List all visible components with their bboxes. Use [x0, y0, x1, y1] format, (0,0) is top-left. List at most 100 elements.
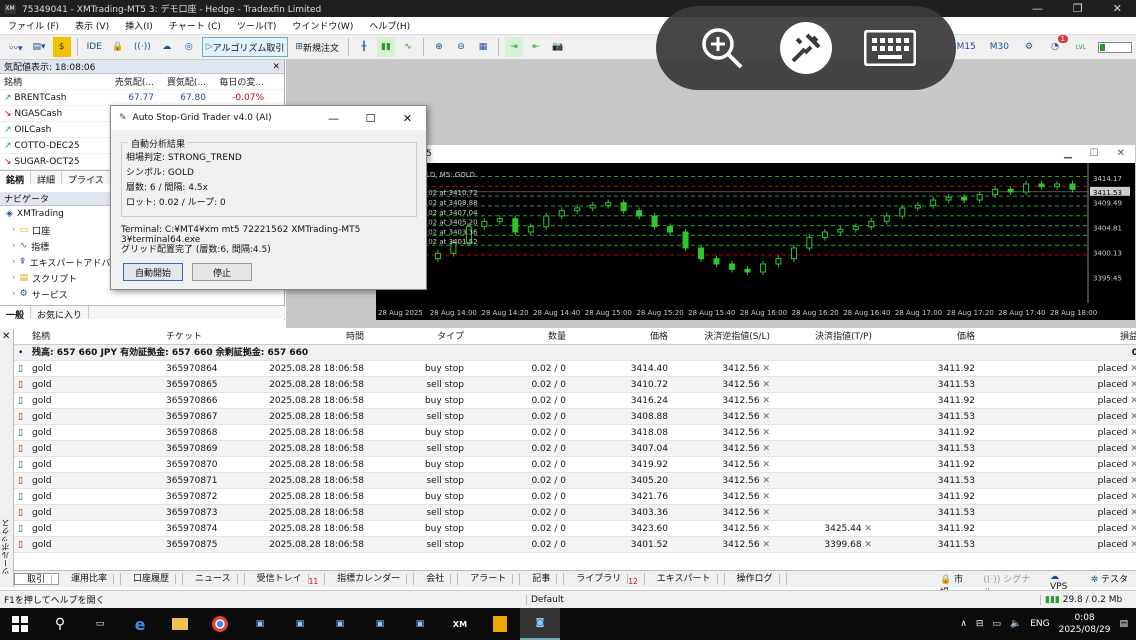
menu-item[interactable]: ヘルプ(H) — [361, 19, 418, 32]
column-header[interactable]: 価格 — [570, 329, 672, 345]
keyboard-icon[interactable] — [862, 20, 918, 76]
profiles-icon[interactable]: ▤▾ — [30, 37, 49, 57]
clock[interactable]: 0:08 2025/08/29 — [1059, 612, 1111, 636]
order-cur[interactable]: 3411.92 — [876, 489, 979, 505]
menu-item[interactable]: ウインドウ(W) — [284, 19, 361, 32]
column-header[interactable]: チケット — [162, 329, 250, 345]
bar-chart-icon[interactable]: ▮▮ — [376, 37, 395, 57]
signal-icon[interactable]: ((·)) — [131, 37, 154, 57]
order-pl-cell[interactable]: placed ✕ — [979, 537, 1136, 553]
order-cur[interactable]: 3411.53 — [876, 473, 979, 489]
minimize-icon[interactable]: — — [1032, 2, 1043, 15]
close-icon[interactable]: ✕ — [1117, 148, 1125, 159]
order-cur[interactable]: 3411.92 — [876, 425, 979, 441]
toolbox-tab[interactable]: 取引 — [14, 573, 60, 585]
notifications-icon[interactable]: ◔ 1 — [1046, 35, 1068, 57]
menu-item[interactable]: 挿入(I) — [117, 19, 161, 32]
order-tp[interactable] — [774, 441, 876, 457]
battery-icon[interactable]: ▭ — [992, 619, 1001, 629]
order-cur[interactable]: 3411.53 — [876, 505, 979, 521]
quote-row[interactable]: ↗ BRENTCash 67.77 67.80 -0.07% — [0, 90, 284, 106]
market-watch-tab[interactable]: 銘柄 — [0, 171, 32, 186]
column-header[interactable]: 時間 — [250, 329, 368, 345]
remove-icon[interactable]: ✕ — [760, 444, 770, 454]
expand-icon[interactable]: › — [12, 289, 16, 299]
navigator-tab[interactable]: お気に入り — [31, 306, 90, 321]
order-cur[interactable]: 3411.53 — [876, 441, 979, 457]
maximize-icon[interactable]: ☐ — [1090, 148, 1099, 159]
order-pl-cell[interactable]: placed ✕ — [979, 377, 1136, 393]
autoscroll-icon[interactable]: ⇥ — [504, 37, 523, 57]
toolbox-tab[interactable]: 記事 — [520, 573, 565, 585]
market-watch-tab[interactable]: 詳細 — [31, 171, 63, 186]
remove-icon[interactable]: ✕ — [1128, 412, 1136, 422]
order-tp-cell[interactable]: 3399.68 ✕ — [774, 537, 876, 553]
stop-button[interactable]: 停止 — [192, 263, 252, 281]
network-icon[interactable]: ⊟ — [976, 619, 984, 629]
remove-icon[interactable]: ✕ — [1128, 380, 1136, 390]
order-pl-cell[interactable]: placed ✕ — [979, 409, 1136, 425]
timeframe-m30[interactable]: M30 — [987, 37, 1012, 57]
order-sl-cell[interactable]: 3412.56 ✕ — [672, 393, 774, 409]
restore-icon[interactable]: ❐ — [1073, 2, 1083, 15]
lock-icon[interactable]: 🔒 — [109, 37, 127, 57]
maximize-icon[interactable]: ☐ — [352, 112, 389, 125]
expand-icon[interactable]: › — [12, 257, 16, 267]
toolbox-tab[interactable]: エキスパート — [645, 573, 725, 585]
order-cur[interactable]: 3411.92 — [876, 457, 979, 473]
remove-icon[interactable]: ✕ — [1128, 364, 1136, 374]
remove-icon[interactable]: ✕ — [1128, 508, 1136, 518]
remove-icon[interactable]: ✕ — [1128, 476, 1136, 486]
remove-icon[interactable]: ✕ — [862, 524, 872, 534]
market-watch-tab[interactable]: プライス — [62, 171, 111, 186]
remove-icon[interactable]: ✕ — [760, 508, 770, 518]
toolbox-tab[interactable]: 指標カレンダー — [325, 573, 415, 585]
toolbox-tab[interactable]: アラート — [458, 573, 521, 585]
order-sl-cell[interactable]: 3412.56 ✕ — [672, 537, 774, 553]
app-icon-3[interactable]: ▣ — [320, 608, 360, 640]
windows-start-icon[interactable] — [0, 608, 40, 640]
order-pl-cell[interactable]: placed ✕ — [979, 393, 1136, 409]
remove-icon[interactable]: ✕ — [1128, 492, 1136, 502]
tray-chevron-icon[interactable]: ∧ — [960, 619, 967, 629]
remove-icon[interactable]: ✕ — [862, 540, 872, 550]
expand-icon[interactable]: › — [12, 225, 16, 235]
order-pl-cell[interactable]: placed ✕ — [979, 361, 1136, 377]
app-icon-5[interactable]: ▣ — [400, 608, 440, 640]
remote-connection-icon[interactable] — [778, 20, 834, 76]
order-cur[interactable]: 3411.53 — [876, 409, 979, 425]
ide-button[interactable]: IDE — [84, 37, 105, 57]
remove-icon[interactable]: ✕ — [1128, 396, 1136, 406]
order-sl-cell[interactable]: 3412.56 ✕ — [672, 441, 774, 457]
remove-icon[interactable]: ✕ — [760, 396, 770, 406]
order-sl-cell[interactable]: 3412.56 ✕ — [672, 409, 774, 425]
order-pl-cell[interactable]: placed ✕ — [979, 521, 1136, 537]
order-pl-cell[interactable]: placed ✕ — [979, 505, 1136, 521]
order-tp[interactable] — [774, 409, 876, 425]
toolbox-tab[interactable]: 口座履歴 — [121, 573, 184, 585]
app-icon-2[interactable]: ▣ — [280, 608, 320, 640]
order-cur[interactable]: 3411.92 — [876, 361, 979, 377]
price-chart[interactable]: 3414.17 3411.53 3409.49 3404.81 3400.13 3395.… — [376, 163, 1135, 320]
column-header[interactable]: 数量 — [468, 329, 570, 345]
minimize-icon[interactable]: ▁ — [1064, 148, 1072, 159]
remove-icon[interactable]: ✕ — [760, 492, 770, 502]
search-icon[interactable]: ⚲ — [40, 608, 80, 640]
toolbox-tab[interactable]: 運用比率 — [59, 573, 122, 585]
toolbox-tab[interactable]: 受信トレイ 11 — [245, 573, 326, 586]
screenshot-icon[interactable]: 📷 — [549, 37, 567, 57]
zoom-icon[interactable] — [694, 20, 750, 76]
order-cur[interactable]: 3411.53 — [876, 537, 979, 553]
toolbox-tab[interactable]: 会社 — [414, 573, 459, 585]
crosshair-icon[interactable]: ╫ — [355, 37, 373, 57]
chrome-icon[interactable] — [200, 608, 240, 640]
new-order-button[interactable]: ⊞ 新規注文 — [292, 37, 342, 57]
order-sl-cell[interactable]: 3412.56 ✕ — [672, 361, 774, 377]
remove-icon[interactable]: ✕ — [1128, 444, 1136, 454]
order-pl-cell[interactable]: placed ✕ — [979, 473, 1136, 489]
order-tp[interactable] — [774, 377, 876, 393]
app-icon-4[interactable]: ▣ — [360, 608, 400, 640]
language-indicator[interactable]: ENG — [1030, 619, 1049, 629]
close-icon[interactable]: ✕ — [1113, 2, 1122, 15]
dollar-icon[interactable]: $ — [52, 37, 71, 57]
